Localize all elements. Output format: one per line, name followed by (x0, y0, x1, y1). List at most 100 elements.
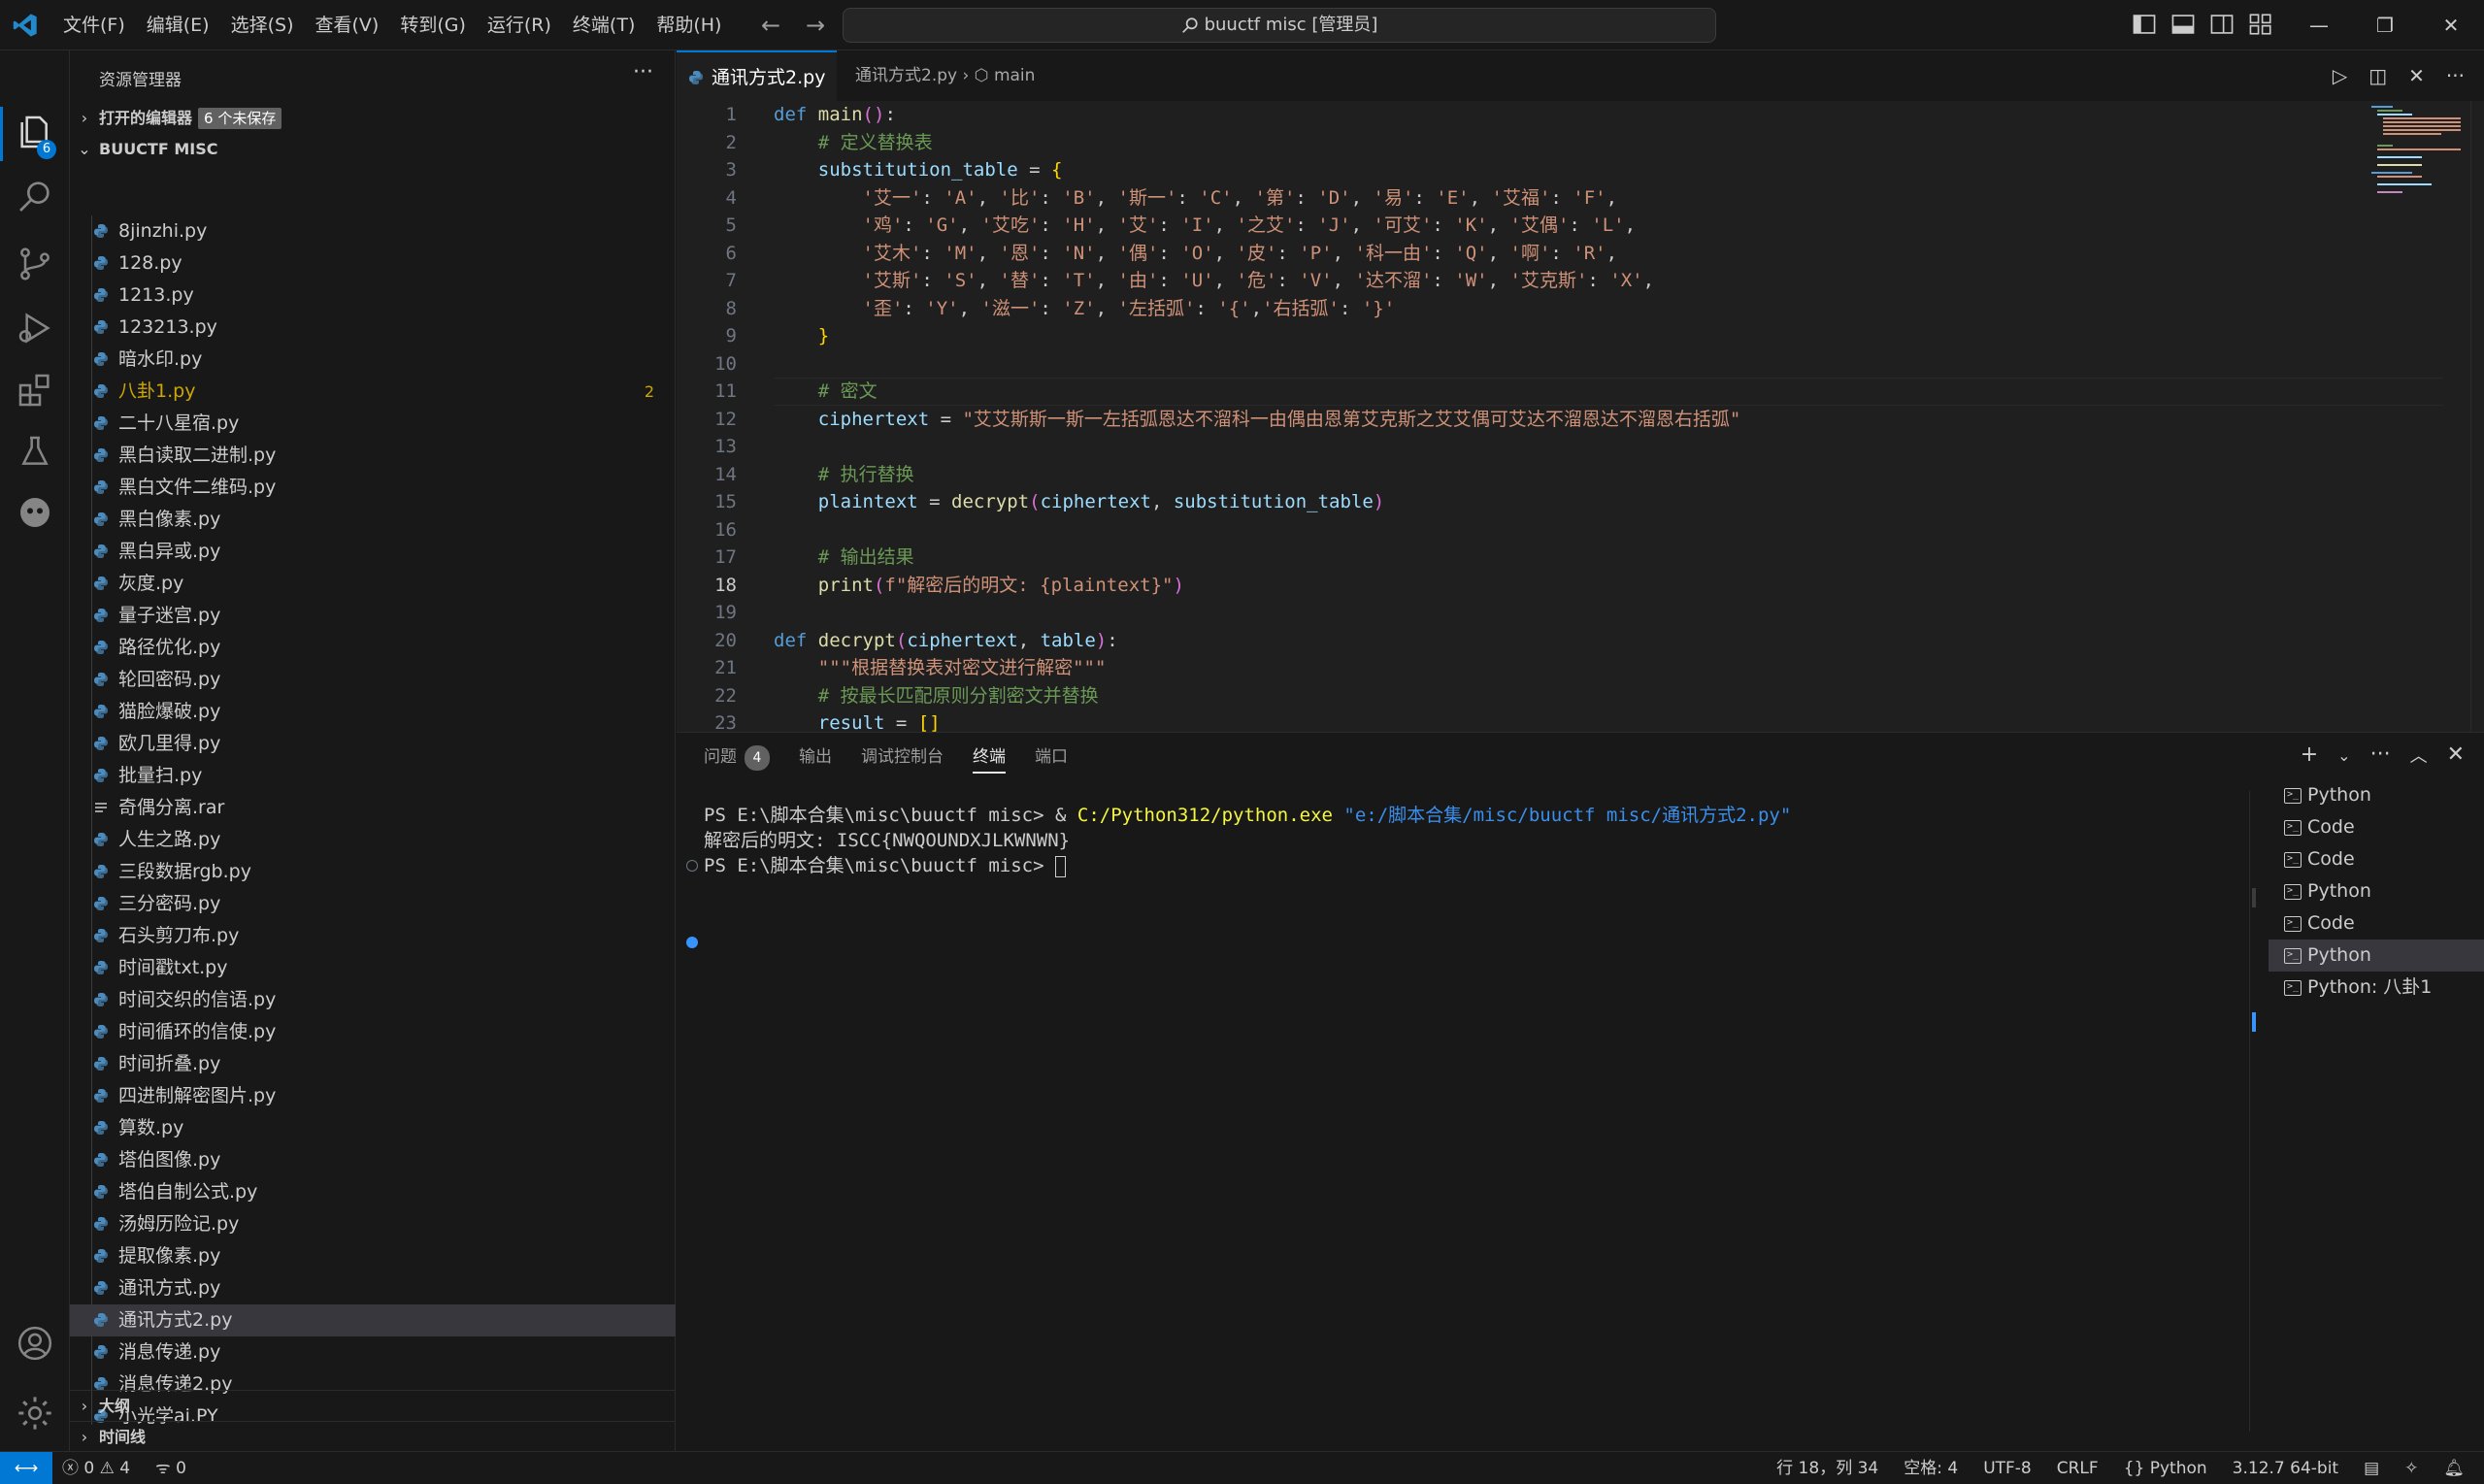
language-mode[interactable]: {} Python (2124, 1452, 2207, 1484)
file-tree-item[interactable]: 四进制解密图片.py (70, 1080, 676, 1112)
indentation[interactable]: 空格: 4 (1904, 1452, 1958, 1484)
menu-selection[interactable]: 选择(S) (220, 8, 305, 43)
chevron-down-icon[interactable]: ⌄ (2337, 742, 2350, 770)
restore-icon[interactable]: ❐ (2352, 0, 2418, 50)
new-terminal-icon[interactable]: + (2301, 742, 2318, 770)
breadcrumb-file[interactable]: 通讯方式2.py (855, 66, 957, 85)
file-tree-item[interactable]: 三段数据rgb.py (70, 856, 676, 888)
menu-file[interactable]: 文件(F) (52, 8, 136, 43)
command-decoration-icon[interactable] (686, 860, 698, 872)
file-tree-item[interactable]: 时间交织的信语.py (70, 984, 676, 1016)
file-tree-item[interactable]: 人生之路.py (70, 824, 676, 856)
file-tree-item[interactable]: 128.py (70, 247, 676, 280)
python-interpreter[interactable]: 3.12.7 64-bit (2233, 1452, 2338, 1484)
file-tree-item[interactable]: 算数.py (70, 1112, 676, 1144)
timeline-section[interactable]: › 时间线 (70, 1421, 676, 1452)
terminal-instance[interactable]: >_ Code (2269, 907, 2484, 940)
file-tree-item[interactable]: 塔伯自制公式.py (70, 1176, 676, 1208)
customize-layout-icon[interactable] (2248, 12, 2273, 37)
menu-edit[interactable]: 编辑(E) (136, 8, 220, 43)
encoding[interactable]: UTF-8 (1983, 1452, 2032, 1484)
run-debug-icon[interactable] (16, 309, 54, 347)
toggle-secondary-sidebar-icon[interactable] (2209, 12, 2235, 37)
file-tree-item[interactable]: 通讯方式2.py (70, 1304, 676, 1336)
editor-scrollbar[interactable] (2470, 101, 2484, 732)
source-control-icon[interactable] (16, 245, 54, 283)
open-editors-section[interactable]: › 打开的编辑器 6 个未保存 (70, 103, 676, 134)
file-tree-item[interactable]: 通讯方式.py (70, 1272, 676, 1304)
file-tree-item[interactable]: 消息传递.py (70, 1336, 676, 1369)
file-tree-item[interactable]: 二十八星宿.py (70, 408, 676, 440)
folder-section[interactable]: ⌄ BUUCTF MISC (70, 134, 676, 165)
file-tree-item[interactable]: 黑白像素.py (70, 504, 676, 536)
terminal-instance[interactable]: >_ Python (2269, 779, 2484, 811)
more-actions-icon[interactable]: ··· (2446, 64, 2465, 87)
account-icon[interactable] (16, 1324, 54, 1363)
terminal-instance[interactable]: >_ Python (2269, 875, 2484, 907)
terminal-instance[interactable]: >_ Code (2269, 843, 2484, 875)
tab-problems[interactable]: 问题 4 (704, 733, 770, 781)
file-tree-item[interactable]: 欧几里得.py (70, 728, 676, 760)
file-tree-item[interactable]: 黑白异或.py (70, 536, 676, 568)
command-center-search[interactable]: buuctf misc [管理员] (843, 8, 1716, 43)
file-tree-item[interactable]: 石头剪刀布.py (70, 920, 676, 952)
tab-ports[interactable]: 端口 (1035, 733, 1068, 781)
file-tree-item[interactable]: 三分密码.py (70, 888, 676, 920)
notifications-bell-icon[interactable]: 🔔︎ (2443, 1452, 2465, 1484)
more-actions-icon[interactable]: ··· (2370, 742, 2391, 770)
file-tree-item[interactable]: 时间戳txt.py (70, 952, 676, 984)
remote-indicator-icon[interactable]: ⟷ (0, 1452, 52, 1484)
terminal-output[interactable]: PS E:\脚本合集\misc\buuctf misc> & C:/Python… (677, 801, 2249, 1441)
tab-output[interactable]: 输出 (799, 733, 832, 781)
file-tree-item[interactable]: 路径优化.py (70, 632, 676, 664)
file-tree-item[interactable]: 黑白读取二进制.py (70, 440, 676, 472)
search-icon[interactable] (16, 177, 54, 215)
menu-terminal[interactable]: 终端(T) (562, 8, 646, 43)
file-tree-item[interactable]: 猫脸爆破.py (70, 696, 676, 728)
testing-flask-icon[interactable] (16, 433, 54, 472)
file-tree-item[interactable]: 奇偶分离.rar (70, 792, 676, 824)
file-tree-item[interactable]: 1213.py (70, 280, 676, 312)
toggle-primary-sidebar-icon[interactable] (2132, 12, 2157, 37)
tab-debug-console[interactable]: 调试控制台 (861, 733, 944, 781)
forward-arrow-icon[interactable]: → (802, 10, 829, 41)
minimize-icon[interactable]: — (2286, 0, 2352, 50)
file-tree-item[interactable]: 123213.py (70, 312, 676, 344)
file-tree-item[interactable]: 八卦1.py 2 (70, 376, 676, 408)
python-env-icon[interactable]: ▤ (2364, 1452, 2379, 1484)
maximize-panel-icon[interactable]: ︿ (2410, 742, 2428, 770)
file-tree-item[interactable]: 时间循环的信使.py (70, 1016, 676, 1048)
file-tree-item[interactable]: 塔伯图像.py (70, 1144, 676, 1176)
file-tree-item[interactable]: 时间折叠.py (70, 1048, 676, 1080)
menu-go[interactable]: 转到(G) (389, 8, 477, 43)
tab-terminal[interactable]: 终端 (973, 733, 1006, 781)
menu-help[interactable]: 帮助(H) (646, 8, 732, 43)
close-window-icon[interactable]: ✕ (2418, 0, 2484, 50)
menu-view[interactable]: 查看(V) (305, 8, 390, 43)
problems-status[interactable]: ⓧ 0 ⚠ 4 (62, 1452, 130, 1484)
github-copilot-icon[interactable] (16, 493, 54, 532)
terminal-instance[interactable]: >_ Python: 八卦1 (2269, 972, 2484, 1004)
tab-tongxun2[interactable]: 通讯方式2.py (677, 50, 838, 101)
run-play-icon[interactable]: ▷ (2333, 64, 2347, 87)
extensions-icon[interactable] (16, 371, 54, 410)
terminal-instance[interactable]: >_ Python (2269, 940, 2484, 972)
file-tree-item[interactable]: 黑白文件二维码.py (70, 472, 676, 504)
breadcrumb-symbol[interactable]: main (994, 66, 1035, 85)
file-tree-item[interactable]: 8jinzhi.py (70, 215, 676, 247)
code-editor[interactable]: 1 def main(): 2 # 定义替换表 3 substitution_tabl… (677, 101, 2484, 732)
minimap[interactable] (2364, 101, 2470, 732)
file-tree-item[interactable]: 灰度.py (70, 568, 676, 600)
file-tree-item[interactable]: 轮回密码.py (70, 664, 676, 696)
toggle-panel-icon[interactable] (2170, 12, 2196, 37)
end-of-line[interactable]: CRLF (2057, 1452, 2099, 1484)
file-tree-item[interactable]: 批量扫.py (70, 760, 676, 792)
menu-run[interactable]: 运行(R) (477, 8, 562, 43)
copilot-icon[interactable]: ✧ (2404, 1452, 2418, 1484)
back-arrow-icon[interactable]: ← (757, 10, 784, 41)
terminal-instance[interactable]: >_ Code (2269, 811, 2484, 843)
close-editor-icon[interactable]: ✕ (2408, 64, 2425, 87)
ports-status[interactable]: ᯤ 0 (155, 1452, 186, 1484)
split-editor-icon[interactable]: ◫ (2368, 64, 2387, 87)
settings-gear-icon[interactable] (16, 1394, 54, 1433)
